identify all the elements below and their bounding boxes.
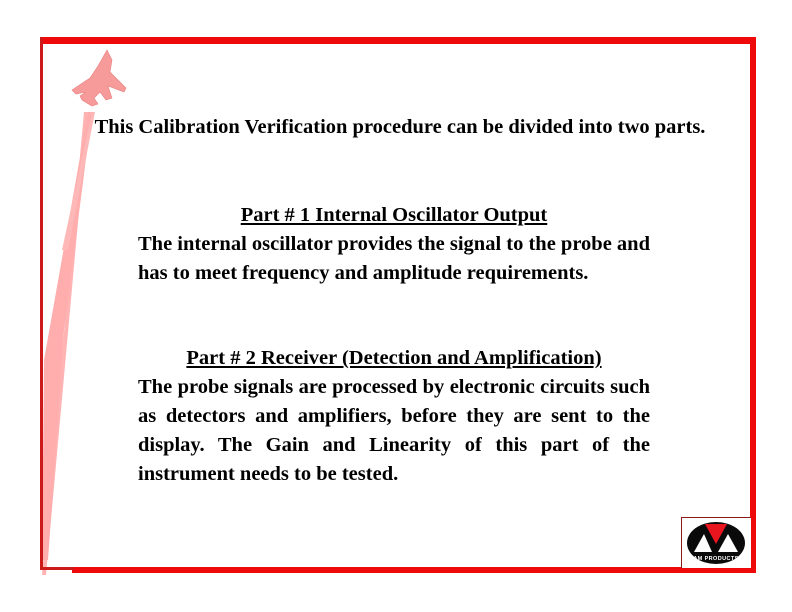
part-1-heading: Part # 1 Internal Oscillator Output <box>240 204 548 226</box>
frame-border-bottom-left <box>40 567 74 570</box>
part-2-section: Part # 2 Receiver (Detection and Amplifi… <box>138 344 650 489</box>
part-1-section: Part # 1 Internal Oscillator Output The … <box>138 201 650 288</box>
frame-border-left <box>40 37 43 570</box>
company-logo: AM PRODUCTS <box>681 517 751 568</box>
part-1-body: The internal oscillator provides the sig… <box>138 233 650 284</box>
part-2-body: The probe signals are processed by elect… <box>138 376 650 485</box>
part-2-heading: Part # 2 Receiver (Detection and Amplifi… <box>186 347 602 369</box>
intro-text: This Calibration Verification procedure … <box>94 116 706 138</box>
logo-text: AM PRODUCTS <box>693 556 738 562</box>
frame-border-bottom <box>72 567 756 573</box>
frame-border-top <box>40 37 756 44</box>
frame-border-right <box>750 37 756 573</box>
